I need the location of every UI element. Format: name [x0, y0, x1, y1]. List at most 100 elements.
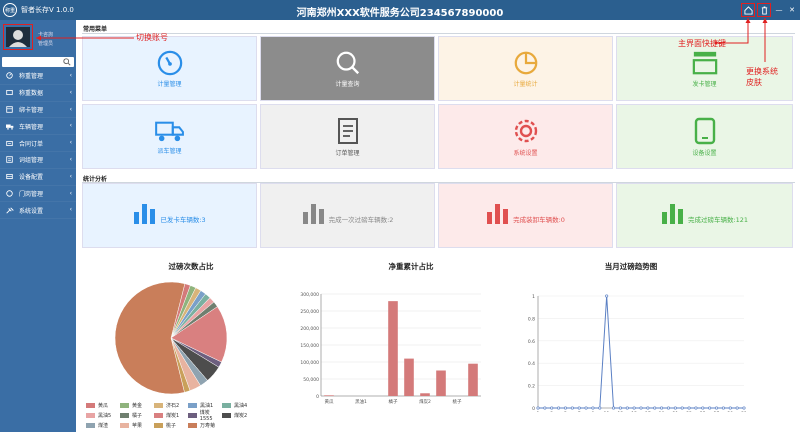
home-shortcut-button[interactable]: [741, 3, 755, 17]
bar-y-tick-label: 150,000: [300, 343, 319, 349]
legend-label: 橘子: [132, 412, 143, 419]
change-skin-button[interactable]: [757, 3, 771, 17]
sidebar-item-card[interactable]: 绑卡管理 ‹: [0, 102, 76, 119]
line-x-tick-label: 21: [672, 411, 678, 412]
document-icon: [337, 117, 358, 144]
chevron-left-icon: ‹: [69, 105, 72, 113]
bar-chart: 0 50,000 100,000 150,000 200,000 250,000 300,0…: [300, 292, 481, 405]
tile-metering-management[interactable]: 计量管理: [82, 36, 257, 101]
bar-y-tick-label: 200,000: [300, 326, 319, 332]
stat-weighing-done[interactable]: 完成过磅车辆数:121: [616, 183, 793, 248]
line-chart-title: 当月过磅趋势图: [604, 262, 658, 271]
chevron-left-icon: ‹: [69, 72, 72, 79]
stat-loading-done[interactable]: 完成装卸车辆数:0: [438, 183, 613, 248]
tile-label: 计量管理: [157, 80, 182, 88]
line-point: [605, 294, 609, 298]
line-x-tick-label: 11: [604, 411, 610, 412]
tile-dispatch[interactable]: 派车管理: [82, 104, 257, 169]
close-button[interactable]: ✕: [786, 4, 798, 16]
bar-y-tick-label: 0: [316, 394, 319, 400]
line-point: [666, 406, 671, 410]
legend-item: 煤炭1555: [188, 410, 222, 422]
tile-metering-query[interactable]: 计量查询: [260, 36, 435, 101]
bar-x-tick-label: 黄瓜: [325, 398, 334, 405]
bar-icon: [487, 203, 509, 224]
chevron-left-icon: ‹: [69, 172, 72, 180]
bar-x-tick-label: 橘子: [389, 398, 398, 405]
main-content: 常用菜单 计量管理 计量查询 计量统计 发卡管理 派车管理 订单管理 系统设置 …: [76, 20, 800, 432]
app-name: 智者长存V 1.0.0: [21, 6, 74, 14]
chevron-left-icon: ‹: [69, 88, 72, 96]
line-x-tick-label: 29: [727, 411, 733, 412]
line-y-tick-label: 1: [532, 294, 535, 300]
sidebar-item-phrase[interactable]: 词组管理 ‹: [0, 152, 76, 169]
legend-item: 黑油4: [222, 400, 256, 410]
line-x-tick-label: 15: [631, 411, 637, 412]
line-x-tick-label: 5: [564, 411, 567, 412]
legend-label: 黑油5: [98, 412, 112, 419]
legend-swatch: [120, 412, 129, 418]
line-point: [660, 406, 664, 410]
sidebar-item-weighing[interactable]: 称重管理 ‹: [0, 68, 76, 85]
line-point: [557, 406, 561, 410]
tile-device-settings[interactable]: 设备设置: [616, 104, 793, 169]
tile-label: 计量查询: [335, 80, 360, 88]
bar-x-tick-label: 黑油1: [355, 398, 367, 405]
device-icon: [6, 173, 14, 180]
stat-issued-cards[interactable]: 已发卡车辆数:3: [82, 183, 257, 248]
gate-icon: [6, 190, 14, 197]
line-x-tick-label: 19: [659, 411, 665, 412]
legend-item: 苹果: [120, 420, 154, 430]
line-point: [563, 406, 568, 410]
legend-item: 煤炭1: [154, 410, 188, 420]
stat-label: 完成装卸车辆数:0: [513, 215, 565, 224]
chevron-left-icon: ‹: [69, 155, 72, 163]
legend-swatch: [222, 412, 231, 418]
legend-item: 黄瓜: [86, 400, 120, 410]
line-point: [701, 406, 705, 410]
card-tray-icon: [692, 51, 717, 74]
bar-icon: [661, 203, 683, 224]
sidebar-item-system[interactable]: 系统设置 ‹: [0, 202, 76, 220]
legend-label: 黄瓜: [98, 402, 109, 409]
minimize-button[interactable]: —: [773, 4, 785, 16]
line-point: [591, 406, 595, 410]
gauge-icon: [157, 50, 182, 75]
line-point: [742, 406, 746, 410]
line-y-tick-label: 0.2: [528, 384, 535, 390]
contract-icon: [6, 140, 14, 147]
stat-label: 完成过磅车辆数:121: [687, 215, 749, 224]
user-name: 卡咨詢: [38, 32, 54, 38]
sidebar-item-gate[interactable]: 门岗管理 ‹: [0, 186, 76, 203]
line-point: [611, 406, 616, 410]
sidebar-item-label: 设备配置: [19, 174, 44, 182]
tile-order-management[interactable]: 订单管理: [260, 104, 435, 169]
legend-label: 黑油1: [200, 402, 214, 409]
sidebar-item-contract[interactable]: 合同订单 ‹: [0, 135, 76, 152]
line-series: [538, 295, 744, 409]
tile-label: 设备设置: [692, 149, 717, 157]
menu-search-input[interactable]: [2, 57, 74, 67]
line-point: [577, 406, 581, 410]
tile-system-settings[interactable]: 系统设置: [438, 104, 613, 169]
line-point: [536, 406, 540, 410]
sidebar-item-label: 绑卡管理: [19, 106, 44, 114]
line-y-tick-label: 0: [532, 406, 535, 412]
sidebar-item-label: 合同订单: [19, 140, 44, 148]
avatar[interactable]: [3, 24, 33, 50]
bar-chart-title: 净重累计占比: [388, 262, 434, 271]
sidebar-item-weighing-data[interactable]: 称重数据 ‹: [0, 85, 76, 102]
sidebar-item-device[interactable]: 设备配置 ‹: [0, 169, 76, 186]
tablet-icon: [694, 117, 715, 144]
legend-item: 桃子: [154, 420, 188, 430]
line-point: [708, 406, 712, 410]
stat-one-weighing[interactable]: 完成一次过磅车辆数:2: [260, 183, 435, 248]
line-point: [550, 406, 554, 410]
bar-icon: [134, 203, 156, 224]
bar-icon: [302, 203, 324, 224]
tile-metering-stats[interactable]: 计量统计: [438, 36, 613, 101]
bar-y-tick-label: 100,000: [300, 360, 319, 366]
sidebar-item-vehicle[interactable]: 车辆管理 ‹: [0, 118, 76, 136]
tile-label: 发卡管理: [692, 80, 717, 88]
sidebar-item-label: 称重数据: [19, 90, 44, 98]
